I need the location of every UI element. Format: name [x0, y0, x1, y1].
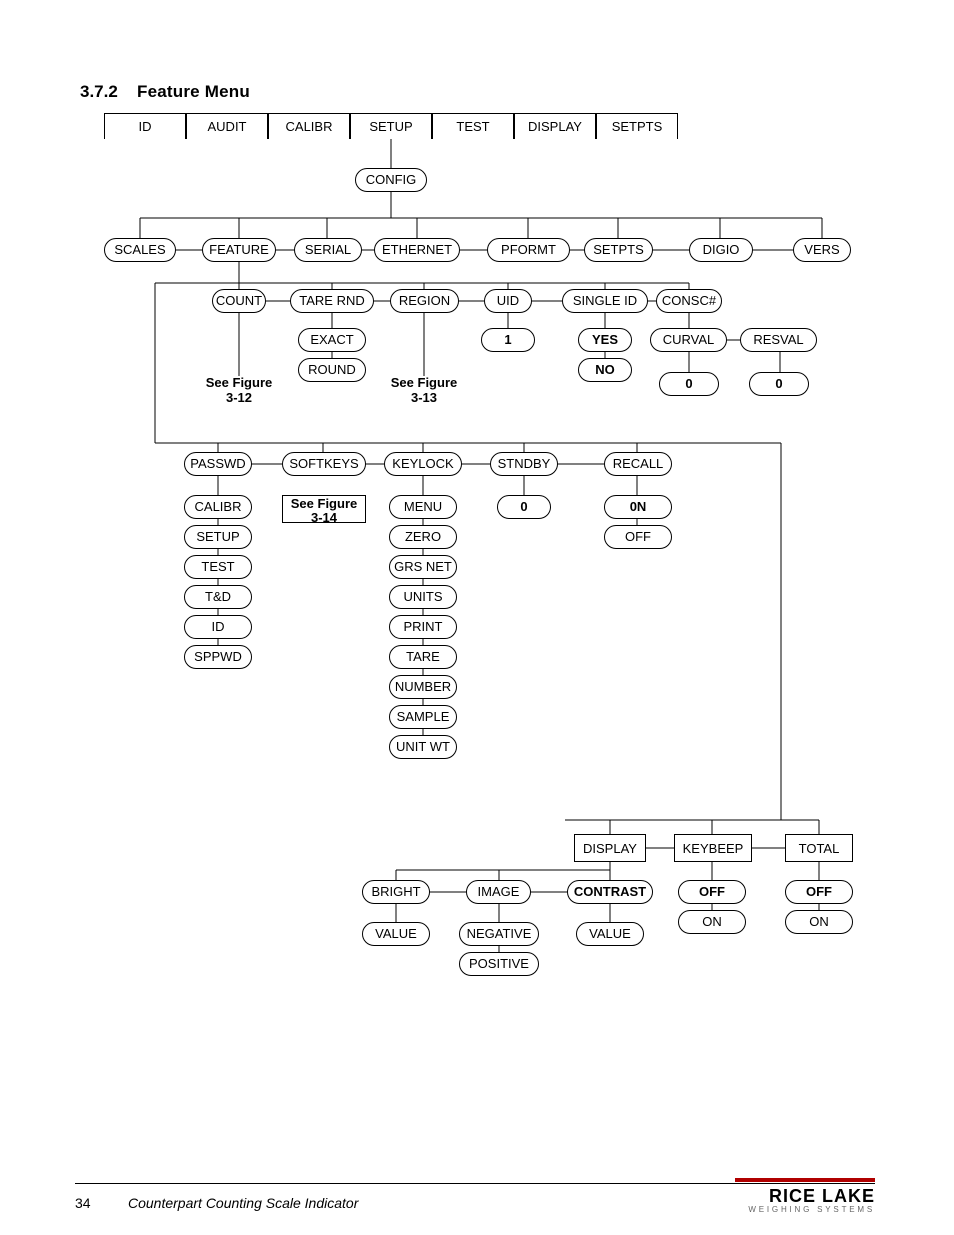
node-uid-value: 1 [481, 328, 535, 352]
node-contrast-value: VALUE [576, 922, 644, 946]
node-passwd-item: ID [184, 615, 252, 639]
node-passwd-item: TEST [184, 555, 252, 579]
brand-subtitle: WEIGHING SYSTEMS [735, 1205, 875, 1214]
node-digio: DIGIO [689, 238, 753, 262]
node-resval: RESVAL [740, 328, 817, 352]
node-setpts: SETPTS [584, 238, 653, 262]
note-see-figure-3-13: See Figure 3-13 [385, 376, 463, 406]
node-keylock-item: SAMPLE [389, 705, 457, 729]
node-total-on: ON [785, 910, 853, 934]
node-bright-value: VALUE [362, 922, 430, 946]
node-region: REGION [390, 289, 459, 313]
node-keylock-item: GRS NET [389, 555, 457, 579]
node-vers: VERS [793, 238, 851, 262]
node-scales: SCALES [104, 238, 176, 262]
node-curval-value: 0 [659, 372, 719, 396]
node-uid: UID [484, 289, 532, 313]
menu-tab: ID [104, 113, 186, 139]
node-stndby-value: 0 [497, 495, 551, 519]
node-bright: BRIGHT [362, 880, 430, 904]
menu-tab: DISPLAY [514, 113, 596, 139]
node-total: TOTAL [785, 834, 853, 862]
node-keylock: KEYLOCK [384, 452, 462, 476]
node-keylock-item: ZERO [389, 525, 457, 549]
node-softkeys: SOFTKEYS [282, 452, 366, 476]
node-serial: SERIAL [294, 238, 362, 262]
menu-tab: SETPTS [596, 113, 678, 139]
node-keybeep-on: ON [678, 910, 746, 934]
node-keylock-item: UNIT WT [389, 735, 457, 759]
node-passwd-item: SPPWD [184, 645, 252, 669]
node-image: IMAGE [466, 880, 531, 904]
heading-number: 3.7.2 [80, 82, 118, 102]
node-feature: FEATURE [202, 238, 276, 262]
node-contrast: CONTRAST [567, 880, 653, 904]
node-keylock-item: TARE [389, 645, 457, 669]
node-image-positive: POSITIVE [459, 952, 539, 976]
menu-tab: SETUP [350, 113, 432, 139]
heading-title: Feature Menu [137, 82, 250, 102]
node-passwd-item: T&D [184, 585, 252, 609]
page-number: 34 [75, 1195, 91, 1211]
menu-tab: TEST [432, 113, 514, 139]
connector-lines [0, 0, 954, 1235]
node-round: ROUND [298, 358, 366, 382]
node-resval-value: 0 [749, 372, 809, 396]
node-ethernet: ETHERNET [374, 238, 460, 262]
node-recall-off: OFF [604, 525, 672, 549]
node-passwd: PASSWD [184, 452, 252, 476]
node-keylock-item: NUMBER [389, 675, 457, 699]
node-single-id: SINGLE ID [562, 289, 648, 313]
node-passwd-item: CALIBR [184, 495, 252, 519]
node-tare-rnd: TARE RND [290, 289, 374, 313]
node-keylock-item: PRINT [389, 615, 457, 639]
node-keylock-item: MENU [389, 495, 457, 519]
node-yes: YES [578, 328, 632, 352]
menu-tab: AUDIT [186, 113, 268, 139]
node-pformt: PFORMT [487, 238, 570, 262]
node-recall: RECALL [604, 452, 672, 476]
node-stndby: STNDBY [490, 452, 558, 476]
note-see-figure-3-14: See Figure 3-14 [282, 495, 366, 523]
node-display: DISPLAY [574, 834, 646, 862]
node-curval: CURVAL [650, 328, 727, 352]
menu-tab: CALIBR [268, 113, 350, 139]
node-keybeep: KEYBEEP [674, 834, 752, 862]
node-recall-on: 0N [604, 495, 672, 519]
node-no: NO [578, 358, 632, 382]
node-exact: EXACT [298, 328, 366, 352]
brand-logo: RICE LAKE WEIGHING SYSTEMS [735, 1178, 875, 1214]
node-total-off: OFF [785, 880, 853, 904]
note-see-figure-3-12: See Figure 3-12 [200, 376, 278, 406]
node-keybeep-off: OFF [678, 880, 746, 904]
brand-name: RICE LAKE [735, 1186, 875, 1207]
node-passwd-item: SETUP [184, 525, 252, 549]
footer-title: Counterpart Counting Scale Indicator [128, 1195, 358, 1211]
node-consc: CONSC# [656, 289, 722, 313]
node-count: COUNT [212, 289, 266, 313]
node-image-negative: NEGATIVE [459, 922, 539, 946]
node-keylock-item: UNITS [389, 585, 457, 609]
node-config: CONFIG [355, 168, 427, 192]
